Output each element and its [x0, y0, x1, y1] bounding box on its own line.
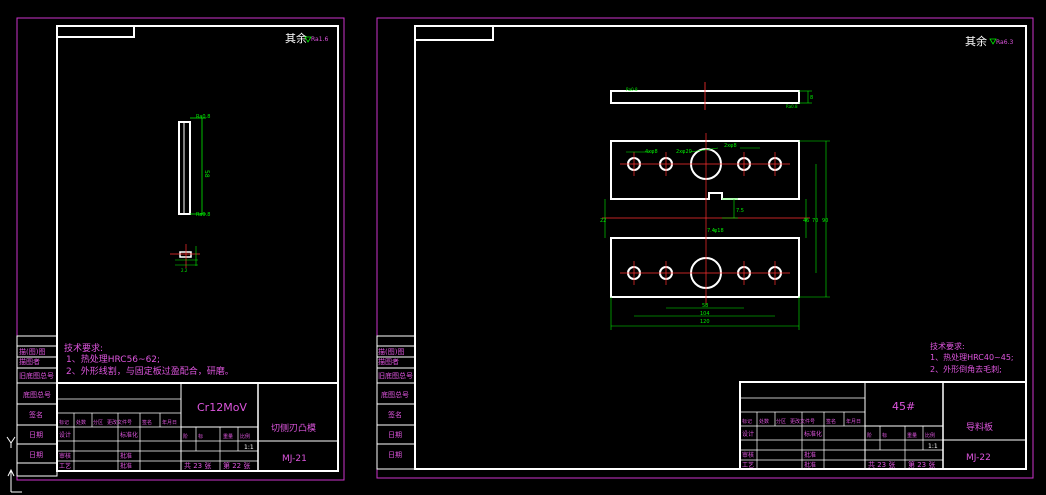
side-label: 旧底图总号 [378, 371, 413, 380]
tb-label: 签名 [142, 419, 152, 426]
tb-label: 批准 [120, 452, 132, 460]
roughness-value-right: Ra6.3 [996, 39, 1013, 46]
side-label: 描(图)图 [378, 347, 404, 356]
tb-label: 分区 [93, 419, 103, 426]
tb-label: 标 [882, 432, 887, 439]
roughness-label-left: 其余 [285, 31, 307, 45]
tb-label: 设计 [59, 431, 71, 439]
roughness-label-right: 其余 [965, 34, 987, 48]
cad-drawing-canvas: 其余 Ra1.6 Ra0.8 58 Ra0.8 2.2 技术要求: 1、热处理H… [6, 17, 1034, 493]
dim-2x-phi8: 2xφ8 [724, 143, 737, 149]
dim-ra-side-top: Ra0.8 [626, 87, 638, 92]
side-label: 日期 [388, 431, 402, 439]
tb-label: 审核 [742, 451, 754, 459]
tb-label: 重量 [223, 433, 233, 440]
tech-title-left: 技术要求: [64, 342, 103, 354]
dim-7-4: 7.4 [707, 228, 715, 234]
corner-tab-right [414, 25, 494, 41]
side-label: 描图者 [19, 357, 40, 366]
side-label: 日期 [29, 431, 43, 439]
tb-label: 批准 [120, 462, 132, 470]
tb-label: 批准 [804, 461, 816, 469]
side-label: 旧底图总号 [19, 371, 54, 380]
side-label: 底图总号 [381, 390, 409, 399]
tb-label: 比例 [925, 432, 935, 439]
inner-border-right [414, 25, 1027, 470]
dim-58-left: 58 [203, 170, 210, 178]
tb-label: 阶 [867, 432, 872, 439]
dim-thickness: 8 [810, 95, 813, 101]
dim-7-5: 7.5 [736, 208, 744, 214]
tb-label: 处数 [759, 418, 769, 425]
sheet-no-left: 第 22 张 [223, 461, 250, 470]
tb-label: 签名 [826, 418, 836, 425]
tb-label: 处数 [76, 419, 86, 426]
dim-58: 58 [702, 303, 708, 309]
dim-22: 22 [600, 218, 606, 224]
part-name-left: 切侧刃凸模 [271, 422, 316, 434]
tb-label: 批准 [804, 451, 816, 459]
sheet-no-right: 第 23 张 [908, 460, 935, 469]
dim-70: 70 [812, 218, 818, 224]
tb-label: 标记 [59, 419, 69, 426]
side-label: 日期 [29, 451, 43, 459]
tb-label: 分区 [776, 418, 786, 425]
tb-label: 标记 [742, 418, 752, 425]
tb-label: 比例 [240, 433, 250, 440]
sheet-right: 其余 Ra6.3 Ra0.8 Ra0.8 8 4xφ8 2xφ20 2xφ8 φ… [376, 17, 1034, 479]
tb-label: 标准化 [120, 431, 138, 439]
dim-section-left: 2.2 [181, 268, 188, 273]
side-label: 描图者 [378, 357, 399, 366]
dim-phi18: φ18 [714, 228, 724, 234]
material-right: 45# [892, 400, 915, 413]
tb-label: 标 [198, 433, 203, 440]
side-label: 描(图)图 [19, 347, 45, 356]
sheets-total-left: 共 23 张 [184, 461, 211, 470]
guide-plate-bottom-half [610, 237, 800, 298]
material-left: Cr12MoV [197, 401, 247, 414]
tech-req-1-left: 1、热处理HRC56~62; [66, 353, 160, 365]
tb-label: 标准化 [804, 430, 822, 438]
tb-label: 更改文件号 [107, 419, 132, 426]
tb-label: 年月日 [846, 418, 861, 425]
dim-ra-bottom-left: Ra0.8 [196, 212, 210, 218]
dim-4x-phi8: 4xφ8 [645, 149, 658, 155]
side-label: 底图总号 [23, 390, 51, 399]
ucs-icon [6, 436, 22, 493]
sheets-total-right: 共 23 张 [868, 460, 895, 469]
drawing-no-left: MJ-21 [282, 454, 307, 464]
part-name-right: 导料板 [966, 421, 993, 433]
dimension-lines [604, 140, 830, 330]
dim-ra-top-left: Ra0.8 [196, 114, 210, 120]
dim-2x-phi20: 2xφ20 [676, 149, 692, 155]
dim-104: 104 [700, 311, 710, 317]
dim-120: 120 [700, 319, 710, 325]
dim-46: 46 [803, 218, 809, 224]
tb-label: 重量 [907, 432, 917, 439]
side-label: 日期 [388, 451, 402, 459]
tb-label: 工艺 [742, 461, 754, 469]
tb-label: 审核 [59, 452, 71, 460]
side-label: 签名 [388, 410, 402, 419]
corner-tab-left [56, 25, 135, 38]
tb-label: 更改文件号 [790, 418, 815, 425]
tech-req-1-right: 1、热处理HRC40~45; [930, 352, 1014, 362]
scale-right: 1:1 [928, 443, 938, 450]
tb-label: 年月日 [162, 419, 177, 426]
dim-90: 90 [822, 218, 828, 224]
sheet-left: 其余 Ra1.6 Ra0.8 58 Ra0.8 2.2 技术要求: 1、热处理H… [16, 17, 345, 481]
dim-ra-side-bottom: Ra0.8 [786, 104, 798, 109]
tech-title-right: 技术要求: [930, 341, 965, 351]
tb-label: 阶 [183, 433, 188, 440]
tech-req-2-right: 2、外形倒角去毛刺; [930, 364, 1002, 374]
roughness-value-left: Ra1.6 [311, 36, 328, 43]
punch-section-view [179, 251, 192, 258]
scale-left: 1:1 [244, 444, 254, 451]
tb-label: 设计 [742, 430, 754, 438]
drawing-no-right: MJ-22 [966, 453, 991, 463]
tb-label: 工艺 [59, 462, 71, 470]
side-label: 签名 [29, 410, 43, 419]
tech-req-2-left: 2、外形线割，与固定板过盈配合，研磨。 [66, 365, 234, 377]
